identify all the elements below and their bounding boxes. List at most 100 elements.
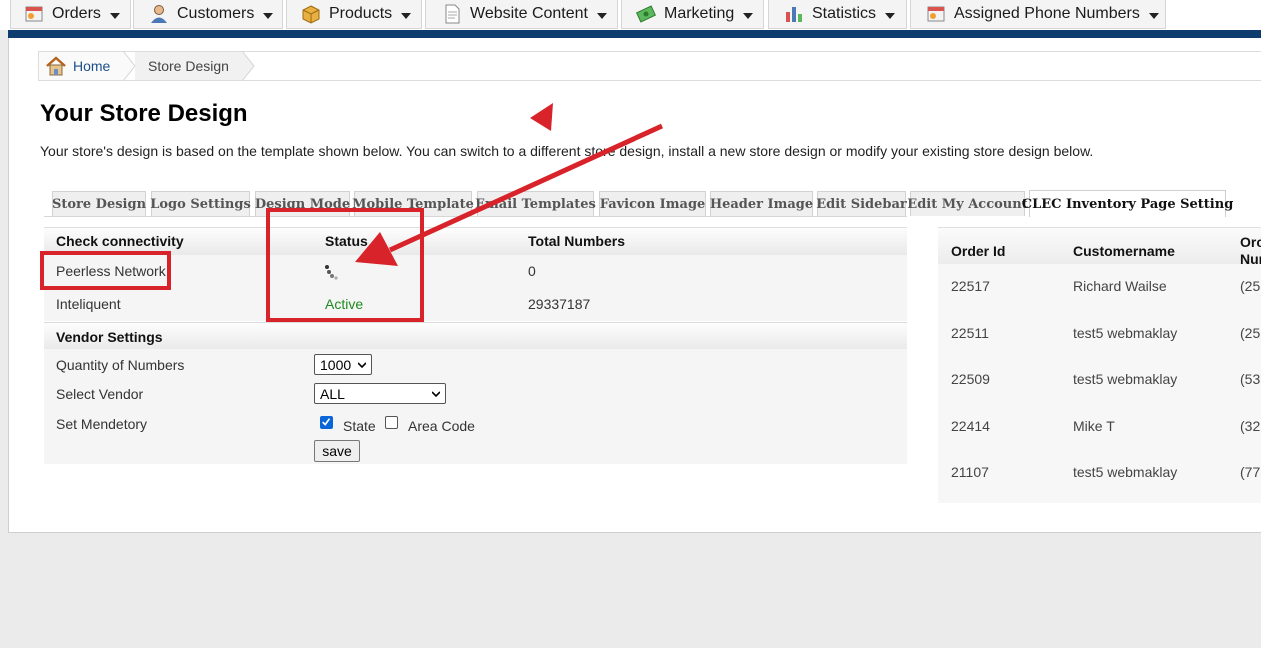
- table-row: Peerless Network 0: [44, 255, 907, 288]
- order-number: (25: [1240, 325, 1261, 341]
- breadcrumb-home-label: Home: [73, 58, 111, 74]
- state-checkbox-label: State: [343, 418, 376, 434]
- network-name: Inteliquent: [56, 296, 121, 312]
- nav-statistics[interactable]: Statistics: [768, 0, 907, 29]
- quantity-label: Quantity of Numbers: [56, 357, 185, 373]
- customer-name: Mike T: [1073, 418, 1115, 434]
- order-id: 22509: [951, 371, 990, 387]
- header-accent-bar: [8, 30, 1261, 38]
- customer-name: test5 webmaklay: [1073, 464, 1178, 480]
- order-number: (25: [1240, 278, 1261, 294]
- orders-table: Order Id Customername Orc Nur 22517 Rich…: [938, 227, 1261, 503]
- top-navigation: Orders Customers Products Website Conten…: [0, 0, 1261, 30]
- nav-products-label: Products: [329, 5, 393, 22]
- home-icon: [46, 56, 66, 76]
- nav-marketing-label: Marketing: [664, 5, 735, 22]
- column-header-order-number-line2: Nur: [1240, 251, 1261, 267]
- page-description: Your store's design is based on the temp…: [40, 143, 1094, 159]
- orders-table-header: Order Id Customername Orc Nur: [938, 227, 1261, 267]
- table-row[interactable]: 22517 Richard Wailse (25: [938, 278, 1261, 324]
- breadcrumb-current: Store Design: [135, 52, 243, 80]
- nav-customers-label: Customers: [177, 5, 255, 22]
- area-code-checkbox[interactable]: [385, 416, 398, 429]
- chevron-down-icon: [743, 12, 754, 19]
- chevron-down-icon: [401, 12, 412, 19]
- customer-name: test5 webmaklay: [1073, 371, 1178, 387]
- save-button[interactable]: save: [314, 440, 360, 462]
- column-header-customername: Customername: [1073, 243, 1175, 259]
- vendor-settings-form: Quantity of Numbers 1000 Select Vendor A…: [44, 349, 907, 464]
- annotation-box-network: [40, 251, 171, 290]
- vendor-select-value: ALL: [320, 385, 345, 402]
- state-checkbox[interactable]: [320, 416, 333, 429]
- nav-assigned-phone-numbers-label: Assigned Phone Numbers: [954, 5, 1140, 22]
- nav-orders[interactable]: Orders: [10, 0, 131, 29]
- customer-name: test5 webmaklay: [1073, 325, 1178, 341]
- tab-logo-settings[interactable]: Logo Settings: [150, 191, 251, 216]
- column-header-total-numbers: Total Numbers: [528, 233, 625, 249]
- chevron-down-icon: [597, 12, 607, 19]
- tab-edit-my-account[interactable]: Edit My Account: [907, 191, 1028, 216]
- customers-icon: [151, 5, 167, 23]
- table-row[interactable]: 22509 test5 webmaklay (53: [938, 371, 1261, 417]
- order-id: 22517: [951, 278, 990, 294]
- orders-icon: [25, 6, 43, 22]
- chevron-down-icon: [432, 391, 440, 398]
- quantity-select[interactable]: 1000: [314, 354, 372, 375]
- table-row[interactable]: 21107 test5 webmaklay (77: [938, 464, 1261, 503]
- total-numbers-value: 0: [528, 263, 536, 279]
- table-row[interactable]: 22511 test5 webmaklay (25: [938, 325, 1261, 371]
- connectivity-table: Check connectivity Status Total Numbers …: [44, 227, 907, 321]
- phone-numbers-icon: [927, 6, 945, 22]
- nav-customers[interactable]: Customers: [133, 0, 283, 29]
- tab-favicon-image[interactable]: Favicon Image: [599, 191, 706, 216]
- chevron-down-icon: [263, 12, 274, 19]
- nav-assigned-phone-numbers[interactable]: Assigned Phone Numbers: [910, 0, 1166, 29]
- order-id: 22511: [951, 325, 989, 341]
- vendor-settings-header: Vendor Settings: [44, 322, 907, 350]
- order-id: 21107: [951, 464, 989, 480]
- statistics-icon: [786, 7, 802, 22]
- annotation-box-status: [266, 208, 424, 322]
- column-header-check-connectivity: Check connectivity: [56, 233, 184, 249]
- mandatory-label: Set Mendetory: [56, 416, 148, 432]
- chevron-down-icon: [1148, 12, 1159, 19]
- total-numbers-value: 29337187: [528, 296, 591, 312]
- nav-products[interactable]: Products: [286, 0, 422, 29]
- tab-divider: [44, 216, 907, 217]
- tab-store-design[interactable]: Store Design: [52, 191, 146, 216]
- vendor-select[interactable]: ALL: [314, 383, 446, 404]
- order-number: (53: [1240, 371, 1261, 387]
- website-content-icon: [445, 4, 460, 24]
- column-header-order-id: Order Id: [951, 243, 1006, 259]
- breadcrumb-separator: [242, 51, 255, 81]
- nav-website-content-label: Website Content: [470, 5, 588, 22]
- chevron-down-icon: [109, 12, 120, 19]
- table-row: Inteliquent Active 29337187: [44, 288, 907, 321]
- nav-statistics-label: Statistics: [812, 5, 877, 22]
- chevron-down-icon: [885, 12, 896, 19]
- order-number: (32: [1240, 418, 1261, 434]
- connectivity-header: Check connectivity Status Total Numbers: [44, 227, 907, 255]
- order-id: 22414: [951, 418, 990, 434]
- marketing-icon: [636, 5, 656, 23]
- tab-header-image[interactable]: Header Image: [710, 191, 813, 216]
- table-row[interactable]: 22414 Mike T (32: [938, 418, 1261, 464]
- tab-email-templates[interactable]: Email Templates: [475, 191, 596, 216]
- page-title: Your Store Design: [40, 100, 248, 127]
- column-header-order-number-line1: Orc: [1240, 234, 1261, 250]
- products-icon: [302, 5, 320, 24]
- checkmark-icon: [322, 418, 331, 426]
- order-number: (77: [1240, 464, 1261, 480]
- tab-edit-sidebar[interactable]: Edit Sidebar: [816, 191, 907, 216]
- vendor-settings-title: Vendor Settings: [56, 329, 163, 345]
- breadcrumb-home[interactable]: Home: [39, 52, 125, 80]
- tab-clec-inventory-page-setting[interactable]: CLEC Inventory Page Setting: [1022, 190, 1233, 217]
- quantity-select-value: 1000: [320, 356, 352, 373]
- breadcrumb: Home Store Design: [38, 51, 1261, 81]
- vendor-label: Select Vendor: [56, 386, 144, 402]
- nav-marketing[interactable]: Marketing: [621, 0, 764, 29]
- nav-orders-label: Orders: [52, 5, 101, 22]
- nav-website-content[interactable]: Website Content: [425, 0, 618, 29]
- area-code-checkbox-label: Area Code: [408, 418, 475, 434]
